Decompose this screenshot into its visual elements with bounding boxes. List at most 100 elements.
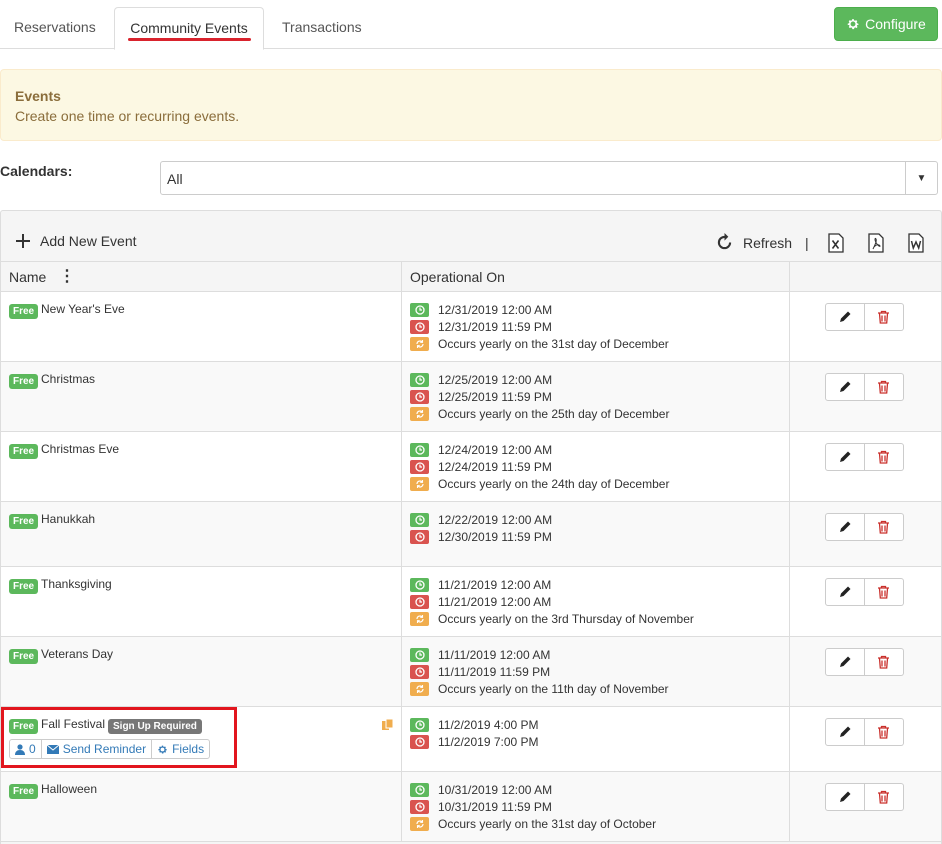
grid-toolbar: Add New Event Refresh | bbox=[1, 211, 941, 261]
start-line: 12/22/2019 12:00 AM bbox=[410, 512, 552, 527]
fields-button[interactable]: Fields bbox=[152, 740, 209, 758]
recur-line: Occurs yearly on the 24th day of Decembe… bbox=[410, 476, 669, 491]
table-row: Free Veterans Day 11/11/2019 12:00 AM 11… bbox=[1, 637, 941, 707]
copy-icon[interactable] bbox=[381, 718, 394, 731]
pdf-icon[interactable] bbox=[868, 233, 884, 253]
refresh-label: Refresh bbox=[743, 234, 793, 251]
add-new-event-button[interactable]: Add New Event bbox=[15, 233, 137, 249]
grid-header: Name ⋮ Operational On bbox=[1, 261, 941, 292]
trash-icon bbox=[878, 380, 890, 394]
table-row: Free Hanukkah 12/22/2019 12:00 AM 12/30/… bbox=[1, 502, 941, 567]
edit-button[interactable] bbox=[825, 648, 865, 676]
actions-cell bbox=[789, 432, 941, 501]
table-row: Free Fall Festival Sign Up Required 0 Se… bbox=[1, 707, 941, 772]
operational-cell: 12/25/2019 12:00 AM 12/25/2019 11:59 PM … bbox=[401, 362, 789, 431]
delete-button[interactable] bbox=[864, 718, 904, 746]
clock-icon bbox=[410, 442, 429, 457]
column-header-name[interactable]: Name ⋮ bbox=[1, 262, 401, 292]
signup-actions: 0 Send Reminder Fields bbox=[9, 739, 211, 759]
operational-cell: 12/24/2019 12:00 AM 12/24/2019 11:59 PM … bbox=[401, 432, 789, 501]
start-text: 10/31/2019 12:00 AM bbox=[438, 782, 553, 797]
tab-community-events[interactable]: Community Events bbox=[114, 7, 264, 50]
edit-button[interactable] bbox=[825, 303, 865, 331]
clock-icon bbox=[410, 647, 429, 662]
actions-cell bbox=[789, 292, 941, 361]
start-line: 12/25/2019 12:00 AM bbox=[410, 372, 552, 387]
configure-button[interactable]: Configure bbox=[834, 7, 938, 41]
actions-cell bbox=[789, 637, 941, 706]
delete-button[interactable] bbox=[864, 648, 904, 676]
edit-button[interactable] bbox=[825, 513, 865, 541]
delete-button[interactable] bbox=[864, 513, 904, 541]
actions-cell bbox=[789, 772, 941, 841]
user-icon bbox=[15, 743, 25, 755]
column-menu-icon[interactable]: ⋮ bbox=[59, 262, 75, 292]
recur-text: Occurs yearly on the 3rd Thursday of Nov… bbox=[438, 611, 694, 626]
chevron-down-icon[interactable]: ▼ bbox=[905, 162, 937, 194]
row-actions bbox=[825, 513, 904, 541]
alarm-icon bbox=[410, 529, 429, 544]
delete-button[interactable] bbox=[864, 578, 904, 606]
refresh-button[interactable]: Refresh bbox=[715, 233, 792, 252]
pencil-icon bbox=[839, 726, 851, 737]
operational-cell: 11/11/2019 12:00 AM 11/11/2019 11:59 PM … bbox=[401, 637, 789, 706]
info-subtitle: Create one time or recurring events. bbox=[15, 108, 240, 124]
alarm-icon bbox=[410, 664, 429, 679]
free-badge: Free bbox=[9, 514, 39, 529]
edit-button[interactable] bbox=[825, 373, 865, 401]
start-line: 11/2/2019 4:00 PM bbox=[410, 717, 539, 732]
delete-button[interactable] bbox=[864, 783, 904, 811]
trash-icon bbox=[878, 520, 890, 534]
end-text: 11/21/2019 12:00 AM bbox=[438, 594, 552, 609]
delete-button[interactable] bbox=[864, 443, 904, 471]
clock-icon bbox=[410, 372, 429, 387]
pencil-icon bbox=[839, 656, 851, 667]
recur-text: Occurs yearly on the 24th day of Decembe… bbox=[438, 476, 670, 491]
operational-cell: 12/31/2019 12:00 AM 12/31/2019 11:59 PM … bbox=[401, 292, 789, 361]
delete-button[interactable] bbox=[864, 303, 904, 331]
repeat-icon bbox=[410, 406, 429, 421]
free-badge: Free bbox=[9, 719, 39, 734]
calendars-select[interactable]: All ▼ bbox=[160, 161, 938, 195]
word-icon[interactable] bbox=[908, 233, 924, 253]
trash-icon bbox=[878, 450, 890, 464]
calendars-value: All bbox=[167, 171, 183, 187]
clock-icon bbox=[410, 302, 429, 317]
send-reminder-button[interactable]: Send Reminder bbox=[42, 740, 153, 758]
start-text: 12/24/2019 12:00 AM bbox=[438, 442, 553, 457]
pencil-icon bbox=[839, 381, 851, 392]
operational-cell: 11/21/2019 12:00 AM 11/21/2019 12:00 AM … bbox=[401, 567, 789, 636]
send-reminder-label: Send Reminder bbox=[62, 742, 147, 756]
recur-line: Occurs yearly on the 31st day of October bbox=[410, 816, 656, 831]
table-row: Free Halloween 10/31/2019 12:00 AM 10/31… bbox=[1, 772, 941, 842]
repeat-icon bbox=[410, 611, 429, 626]
edit-button[interactable] bbox=[825, 783, 865, 811]
pencil-icon bbox=[839, 451, 851, 462]
info-title: Events bbox=[15, 88, 61, 104]
column-header-operational[interactable]: Operational On bbox=[401, 262, 789, 292]
end-text: 11/2/2019 7:00 PM bbox=[438, 734, 539, 749]
actions-cell bbox=[789, 567, 941, 636]
delete-button[interactable] bbox=[864, 373, 904, 401]
excel-icon[interactable] bbox=[828, 233, 844, 253]
event-name-cell: Free Fall Festival Sign Up Required 0 Se… bbox=[1, 707, 401, 771]
alarm-icon bbox=[410, 389, 429, 404]
event-name-cell: Free Veterans Day bbox=[1, 637, 401, 706]
edit-button[interactable] bbox=[825, 578, 865, 606]
tab-reservations[interactable]: Reservations bbox=[14, 7, 96, 49]
tab-transactions[interactable]: Transactions bbox=[282, 7, 362, 49]
event-name: Christmas Eve bbox=[41, 442, 120, 456]
row-actions bbox=[825, 648, 904, 676]
events-info-panel: Events Create one time or recurring even… bbox=[0, 69, 942, 141]
attendees-button[interactable]: 0 bbox=[10, 740, 42, 758]
end-text: 12/24/2019 11:59 PM bbox=[438, 459, 552, 474]
end-text: 12/31/2019 11:59 PM bbox=[438, 319, 552, 334]
recur-line: Occurs yearly on the 3rd Thursday of Nov… bbox=[410, 611, 694, 626]
edit-button[interactable] bbox=[825, 718, 865, 746]
events-grid: Add New Event Refresh | Name ⋮ Operation… bbox=[0, 210, 942, 844]
edit-button[interactable] bbox=[825, 443, 865, 471]
tab-bar: Reservations Community Events Transactio… bbox=[0, 0, 942, 50]
event-name-cell: Free Hanukkah bbox=[1, 502, 401, 566]
row-actions bbox=[825, 443, 904, 471]
free-badge: Free bbox=[9, 304, 39, 319]
